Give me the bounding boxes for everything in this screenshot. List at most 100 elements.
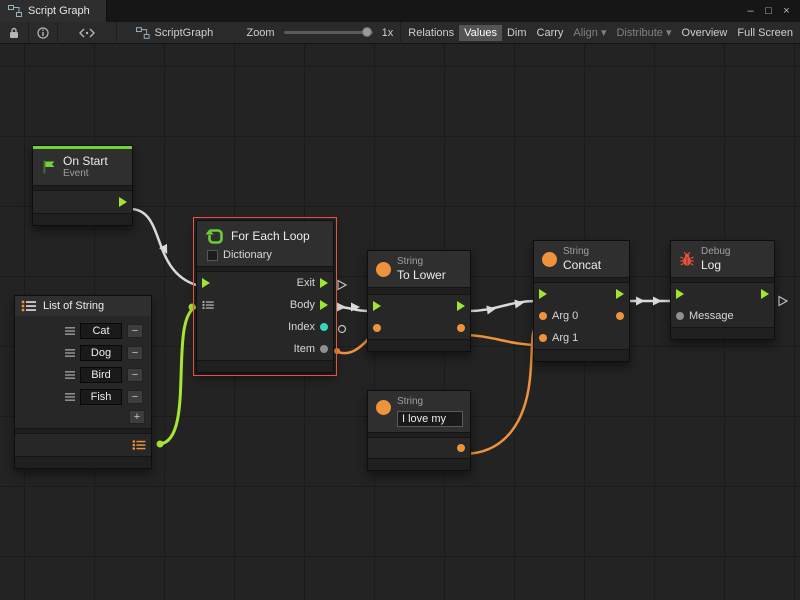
zoom-slider[interactable] xyxy=(284,31,373,34)
lock-icon xyxy=(8,27,20,39)
carry-button[interactable]: Carry xyxy=(532,25,569,41)
string-output-port[interactable] xyxy=(457,324,465,332)
flow-output-port[interactable] xyxy=(457,301,465,311)
list-input-port[interactable] xyxy=(202,300,214,310)
toolbar-separator xyxy=(400,22,401,44)
node-divider xyxy=(368,287,470,295)
flow-input-port[interactable] xyxy=(539,289,547,299)
list-item-input[interactable] xyxy=(80,345,122,361)
distribute-dropdown[interactable]: Distribute ▾ xyxy=(611,24,676,41)
node-debug-log[interactable]: Debug Log Message xyxy=(670,240,775,340)
node-kind: String xyxy=(397,256,446,268)
list-item-handle-icon[interactable] xyxy=(65,327,75,335)
node-on-start[interactable]: On Start Event xyxy=(32,145,133,226)
flow-input-port[interactable] xyxy=(202,278,210,288)
port-row: Message xyxy=(671,305,774,327)
node-list-of-string[interactable]: List of String − − − − + xyxy=(14,295,152,469)
port-row: Arg 1 xyxy=(534,327,629,349)
node-string-concat[interactable]: String Concat Arg 0 Arg 1 xyxy=(533,240,630,362)
port-row: Item xyxy=(197,338,333,360)
zoom-slider-knob[interactable] xyxy=(362,27,372,37)
align-dropdown[interactable]: Align ▾ xyxy=(568,24,611,41)
script-graph-icon xyxy=(136,27,150,39)
list-item: − xyxy=(15,342,151,364)
inspect-button[interactable] xyxy=(29,22,58,44)
node-string-literal[interactable]: String xyxy=(367,390,471,471)
dictionary-checkbox[interactable] xyxy=(207,250,218,261)
list-item-input[interactable] xyxy=(80,389,122,405)
string-input-port[interactable] xyxy=(373,324,381,332)
relations-button[interactable]: Relations xyxy=(403,25,459,41)
port-label-message: Message xyxy=(689,310,734,322)
port-row xyxy=(534,283,629,305)
list-item-handle-icon[interactable] xyxy=(65,393,75,401)
node-footer xyxy=(197,360,333,372)
minimize-button[interactable]: – xyxy=(743,5,758,17)
remove-item-button[interactable]: − xyxy=(127,368,143,382)
window-titlebar: Script Graph – □ × xyxy=(0,0,800,22)
node-footer xyxy=(368,339,470,351)
dim-button[interactable]: Dim xyxy=(502,25,532,41)
flow-output-port[interactable] xyxy=(616,289,624,299)
port-row: Exit xyxy=(197,272,333,294)
list-item-handle-icon[interactable] xyxy=(65,349,75,357)
tab-label: Script Graph xyxy=(28,5,90,17)
flow-input-port[interactable] xyxy=(373,301,381,311)
zoom-label: Zoom xyxy=(241,25,279,41)
graph-toolbar: ScriptGraph Zoom 1x Relations Values Dim… xyxy=(0,22,800,44)
info-icon xyxy=(37,27,49,39)
flow-output-port[interactable] xyxy=(119,197,127,207)
arg1-input-port[interactable] xyxy=(539,334,547,342)
node-footer xyxy=(368,458,470,470)
add-row: + xyxy=(15,408,151,426)
fullscreen-button[interactable]: Full Screen xyxy=(732,25,798,41)
close-button[interactable]: × xyxy=(779,5,794,17)
zoom-value: 1x xyxy=(377,25,399,41)
lock-button[interactable] xyxy=(0,22,29,44)
overview-button[interactable]: Overview xyxy=(677,25,733,41)
index-output-port[interactable] xyxy=(320,323,328,331)
tab-script-graph[interactable]: Script Graph xyxy=(0,0,107,22)
string-type-icon xyxy=(542,252,557,267)
port-row: Index xyxy=(197,316,333,338)
remove-item-button[interactable]: − xyxy=(127,346,143,360)
string-value-input[interactable] xyxy=(397,411,463,427)
exit-output-port[interactable] xyxy=(320,278,328,288)
maximize-button[interactable]: □ xyxy=(761,5,776,17)
values-button[interactable]: Values xyxy=(459,25,502,41)
remove-item-button[interactable]: − xyxy=(127,390,143,404)
remove-item-button[interactable]: − xyxy=(127,324,143,338)
list-item-input[interactable] xyxy=(80,323,122,339)
port-row xyxy=(15,434,151,456)
result-output-port[interactable] xyxy=(616,312,624,320)
code-icon xyxy=(79,28,95,38)
list-item: − xyxy=(15,364,151,386)
add-item-button[interactable]: + xyxy=(129,410,145,424)
arg0-input-port[interactable] xyxy=(539,312,547,320)
code-view-button[interactable] xyxy=(58,22,117,44)
port-label-arg0: Arg 0 xyxy=(552,310,578,322)
flow-output-port[interactable] xyxy=(761,289,769,299)
node-kind: String xyxy=(563,246,601,258)
list-item: − xyxy=(15,320,151,342)
port-row xyxy=(33,191,132,213)
port-label-index: Index xyxy=(288,321,315,333)
item-output-port[interactable] xyxy=(320,345,328,353)
list-item-input[interactable] xyxy=(80,367,122,383)
list-item: − xyxy=(15,386,151,408)
port-row xyxy=(368,438,470,458)
distribute-label: Distribute xyxy=(616,27,662,39)
list-item-handle-icon[interactable] xyxy=(65,371,75,379)
node-footer xyxy=(15,456,151,468)
loop-icon xyxy=(205,226,225,246)
node-string-to-lower[interactable]: String To Lower xyxy=(367,250,471,352)
node-kind: String xyxy=(397,396,463,408)
dictionary-label: Dictionary xyxy=(223,249,272,261)
message-input-port[interactable] xyxy=(676,312,684,320)
node-for-each-loop[interactable]: For Each Loop Dictionary Exit Body In xyxy=(196,220,334,373)
port-row xyxy=(671,283,774,305)
list-output-port[interactable] xyxy=(132,439,146,451)
flow-input-port[interactable] xyxy=(676,289,684,299)
string-output-port[interactable] xyxy=(457,444,465,452)
body-output-port[interactable] xyxy=(320,300,328,310)
